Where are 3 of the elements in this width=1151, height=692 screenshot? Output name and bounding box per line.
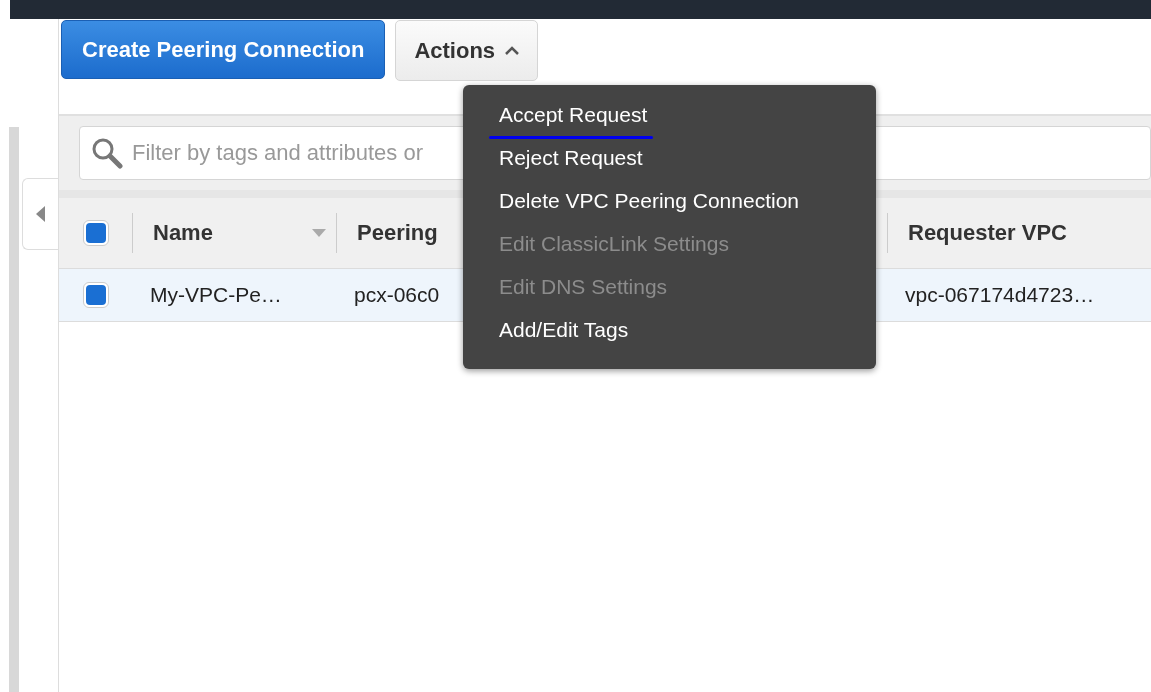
table-cell-text: vpc-067174d4723… [904,283,1095,306]
table-cell-text: My-VPC-Pe… [149,283,282,306]
table-cell-text: pcx-06c0 [353,283,440,306]
